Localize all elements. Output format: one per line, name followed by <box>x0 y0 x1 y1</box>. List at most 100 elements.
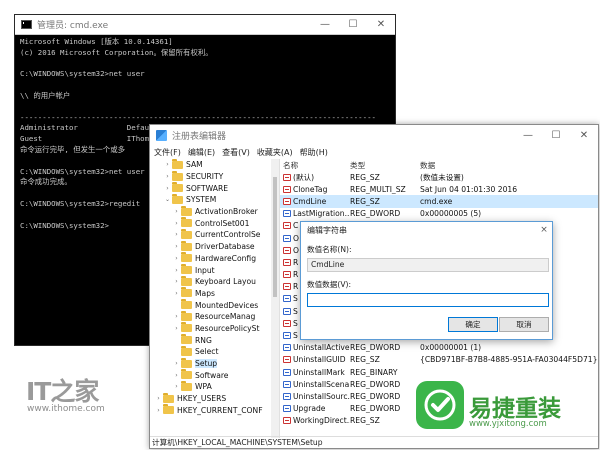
tree-item[interactable]: › ResourcePolicySt <box>150 322 279 335</box>
value-row[interactable]: LastMigration... REG_DWORD 0x00000005 (5) <box>280 208 598 220</box>
chevron-right-icon[interactable]: › <box>172 231 181 238</box>
value-name: R <box>293 282 299 292</box>
tree-item[interactable]: › SOFTWARE <box>150 182 279 194</box>
value-type-cell: REG_SZ <box>350 355 380 365</box>
value-type-cell: REG_DWORD <box>350 391 401 401</box>
value-row[interactable]: UninstallMark REG_BINARY <box>280 366 598 378</box>
value-row[interactable]: UninstallGUID REG_SZ {CBD971BF-B7B8-4885-9… <box>280 354 598 366</box>
string-value-icon <box>283 258 291 266</box>
tree-item[interactable]: › SECURITY <box>150 170 279 183</box>
folder-icon <box>172 193 183 204</box>
tree-item[interactable]: › Maps <box>150 287 279 300</box>
folder-icon <box>181 380 192 391</box>
column-header-type[interactable]: 类型 <box>350 160 420 171</box>
close-icon[interactable]: × <box>536 225 552 235</box>
chevron-right-icon[interactable]: › <box>172 220 181 227</box>
binary-value-icon <box>283 380 291 388</box>
chevron-right-icon[interactable]: › <box>172 267 181 274</box>
regedit-titlebar[interactable]: 注册表编辑器 — ☐ ✕ <box>150 125 598 145</box>
minimize-icon[interactable]: — <box>514 125 542 145</box>
tree-item[interactable]: › CurrentControlSe <box>150 228 279 241</box>
value-name: UninstallScena... <box>293 379 350 389</box>
value-row[interactable]: UninstallActive REG_DWORD 0x00000001 (1) <box>280 342 598 354</box>
chevron-right-icon[interactable]: › <box>163 185 172 192</box>
close-icon[interactable]: ✕ <box>367 15 395 34</box>
close-icon[interactable]: ✕ <box>570 125 598 145</box>
chevron-right-icon[interactable]: › <box>163 173 172 180</box>
regedit-title: 注册表编辑器 <box>172 131 227 142</box>
tree-item[interactable]: › HKEY_USERS <box>150 392 279 405</box>
chevron-right-icon[interactable]: › <box>163 161 172 168</box>
regedit-window-controls: — ☐ ✕ <box>514 125 598 145</box>
value-name: C <box>293 221 299 231</box>
menu-item[interactable]: 帮助(H) <box>300 147 328 158</box>
chevron-right-icon[interactable]: › <box>172 278 181 285</box>
chevron-right-icon[interactable]: › <box>172 243 181 250</box>
value-data-input[interactable] <box>307 293 549 307</box>
value-row[interactable]: CmdLine REG_SZ cmd.exe <box>280 195 598 208</box>
tree-scrollbar[interactable] <box>271 159 279 438</box>
chevron-right-icon[interactable]: › <box>154 395 163 402</box>
chevron-right-icon[interactable]: › <box>172 360 181 367</box>
chevron-right-icon[interactable]: › <box>172 313 181 320</box>
chevron-right-icon[interactable]: › <box>172 208 181 215</box>
chevron-down-icon[interactable]: ⌄ <box>163 196 172 203</box>
ok-button[interactable]: 确定 <box>448 317 498 332</box>
value-name-cell: (默认) <box>280 172 350 183</box>
value-type-cell: REG_SZ <box>350 196 380 206</box>
cmd-titlebar[interactable]: 管理员: cmd.exe — ☐ ✕ <box>15 15 395 35</box>
menu-item[interactable]: 文件(F) <box>154 147 181 158</box>
tree-item[interactable]: › Input <box>150 264 279 276</box>
value-type-cell: REG_BINARY <box>350 367 398 377</box>
tree-item[interactable]: › HardwareConfig <box>150 252 279 265</box>
chevron-right-icon[interactable]: › <box>172 325 181 332</box>
value-row[interactable]: CloneTag REG_MULTI_SZ Sat Jun 04 01:01:30 … <box>280 183 598 195</box>
chevron-right-icon[interactable]: › <box>172 255 181 262</box>
folder-icon <box>181 310 192 321</box>
tree-item-label: CurrentControlSe <box>195 230 261 240</box>
tree-item[interactable]: › DriverDatabase <box>150 240 279 253</box>
folder-icon <box>181 217 192 228</box>
tree-item[interactable]: › Software <box>150 369 279 381</box>
dialog-titlebar[interactable]: 编辑字符串 × <box>301 222 552 238</box>
menu-item[interactable]: 收藏夹(A) <box>257 147 293 158</box>
tree-item[interactable]: › Setup <box>150 357 279 370</box>
tree-item[interactable]: › ControlSet001 <box>150 217 279 229</box>
maximize-icon[interactable]: ☐ <box>542 125 570 145</box>
chevron-right-icon[interactable]: › <box>172 290 181 297</box>
tree-item[interactable]: › SAM <box>150 159 279 171</box>
tree-item[interactable]: › WPA <box>150 380 279 393</box>
column-header-name[interactable]: 名称 <box>280 160 350 171</box>
tree-item-label: RNG <box>195 335 212 345</box>
menu-item[interactable]: 查看(V) <box>222 147 250 158</box>
folder-icon <box>172 170 183 181</box>
yjxitong-logo-icon <box>416 381 464 429</box>
tree-item[interactable]: ⌄ SYSTEM <box>150 193 279 206</box>
menu-item[interactable]: 编辑(E) <box>188 147 215 158</box>
chevron-right-icon[interactable]: › <box>172 372 181 379</box>
cancel-button[interactable]: 取消 <box>499 317 549 332</box>
tree-item[interactable]: › ActivationBroker <box>150 205 279 218</box>
minimize-icon[interactable]: — <box>311 15 339 34</box>
binary-value-icon <box>283 368 291 376</box>
chevron-right-icon[interactable]: › <box>172 383 181 390</box>
tree-item[interactable]: MountedDevices <box>150 299 279 311</box>
tree-item[interactable]: Select <box>150 345 279 358</box>
maximize-icon[interactable]: ☐ <box>339 15 367 34</box>
tree-item[interactable]: RNG <box>150 334 279 346</box>
folder-icon <box>181 240 192 251</box>
tree-item[interactable]: › HKEY_CURRENT_CONF <box>150 404 279 416</box>
registry-tree: › SAM › SECURITY › SOFTWARE ⌄ SYSTEM › Activation… <box>150 159 280 438</box>
column-header-data[interactable]: 数据 <box>420 160 598 171</box>
tree-item-label: DriverDatabase <box>195 242 255 252</box>
binary-value-icon <box>283 392 291 400</box>
value-row[interactable]: (默认) REG_SZ (数值未设置) <box>280 171 598 183</box>
value-name-cell: Upgrade <box>280 404 350 413</box>
tree-item[interactable]: › ResourceManag <box>150 310 279 323</box>
tree-item[interactable]: › Keyboard Layou <box>150 275 279 288</box>
cmd-window-controls: — ☐ ✕ <box>311 15 395 34</box>
string-value-icon <box>283 197 291 205</box>
cmd-app-icon <box>21 20 32 29</box>
chevron-right-icon[interactable]: › <box>154 407 163 414</box>
folder-icon <box>181 322 192 333</box>
